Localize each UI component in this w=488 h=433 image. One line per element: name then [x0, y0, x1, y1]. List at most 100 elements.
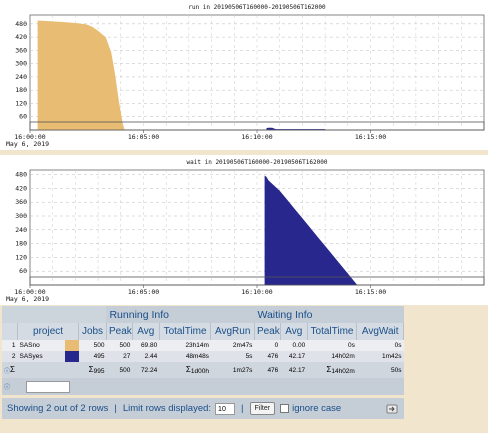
color-swatch — [65, 340, 79, 351]
avg-header[interactable]: Avg — [132, 323, 160, 340]
chart-title: run in 20190506T160000-20190506T162000 — [188, 4, 326, 11]
x-tick-label: 16:05:00 — [128, 288, 159, 296]
wait-peak-cell: 476 — [254, 351, 281, 362]
wait-totaltime-cell: 14h02m — [307, 351, 357, 362]
row-count-text: Showing 2 out of 2 rows — [7, 403, 109, 414]
project-filter-input[interactable] — [25, 380, 70, 393]
y-tick-label: 120 — [15, 99, 27, 107]
avg-cell: 2.44 — [132, 351, 160, 362]
project-cell: SASno — [17, 340, 66, 351]
limit-rows-label: Limit rows displayed: — [122, 403, 212, 414]
date-label: May 6, 2019 — [6, 140, 49, 148]
project-cell: SASyes — [17, 351, 66, 362]
wait-avg-header[interactable]: Avg — [280, 323, 308, 340]
sum-totaltime-cell: Σ1d00h — [159, 362, 211, 378]
avgrun-header[interactable]: AvgRun — [210, 323, 255, 340]
sigma-label: Σ — [10, 365, 15, 374]
running-info-header: Running Info — [106, 306, 255, 323]
wait-totaltime-header[interactable]: TotalTime — [307, 323, 358, 340]
row-index: 1 — [2, 340, 18, 351]
totaltime-cell: 48m48s — [159, 351, 211, 362]
wait-avg-cell: 0.00 — [280, 340, 308, 351]
separator: | — [114, 403, 117, 414]
row-index: 2 — [2, 351, 18, 362]
project-stats-table: Running Info Waiting Info project Jobs P… — [2, 306, 404, 395]
sum-avgrun-cell: 1m27s — [210, 362, 255, 378]
x-tick-label: 16:15:00 — [355, 288, 386, 296]
x-tick-label: 16:10:00 — [241, 133, 272, 141]
color-swatch-cell — [65, 340, 79, 351]
ignore-case-checkbox[interactable] — [280, 404, 290, 413]
project-header[interactable]: project — [17, 323, 80, 340]
avgwait-cell: 0s — [356, 340, 404, 351]
filter-help-cell: ⓘ — [2, 378, 18, 395]
table-row[interactable]: 2 SASyes 495 27 2.44 48m48s 5s 476 42.17… — [2, 351, 404, 362]
peak-cell: 500 — [106, 340, 133, 351]
y-tick-label: 300 — [15, 212, 27, 220]
avgwait-cell: 1m42s — [356, 351, 404, 362]
y-tick-label: 480 — [15, 20, 27, 28]
jobs-cell: 500 — [78, 340, 107, 351]
export-icon[interactable] — [386, 403, 398, 414]
group-header-row: Running Info Waiting Info — [2, 306, 404, 323]
sum-peak-cell: 500 — [106, 362, 133, 378]
sum-wait-totaltime-cell: Σ14h02m — [307, 362, 357, 378]
peak-cell: 27 — [106, 351, 133, 362]
avgrun-cell: 2m47s — [210, 340, 255, 351]
jobs-cell: 495 — [78, 351, 107, 362]
filter-row: ⓘ — [2, 378, 404, 395]
y-tick-label: 360 — [15, 198, 27, 206]
project-stats-table-wrapper: Running Info Waiting Info project Jobs P… — [2, 306, 404, 395]
index-header — [2, 323, 19, 340]
summary-row: ⓘΣ Σ995 500 72.24 Σ1d00h 1m27s 476 42.17… — [2, 362, 404, 378]
wait-totaltime-cell: 0s — [307, 340, 357, 351]
sum-jobs-cell: Σ995 — [78, 362, 107, 378]
sum-wait-peak-cell: 476 — [254, 362, 281, 378]
x-tick-label: 16:10:00 — [241, 288, 272, 296]
wait-peak-header[interactable]: Peak — [254, 323, 281, 340]
date-label: May 6, 2019 — [6, 295, 49, 303]
wait-peak-cell: 0 — [254, 340, 281, 351]
y-tick-label: 60 — [19, 113, 27, 121]
x-tick-label: 16:05:00 — [128, 133, 159, 141]
summary-label-cell: ⓘΣ — [2, 362, 18, 378]
y-tick-label: 240 — [15, 73, 27, 81]
y-tick-label: 120 — [15, 253, 27, 261]
separator: | — [241, 403, 244, 414]
avgrun-cell: 5s — [210, 351, 255, 362]
filter-button[interactable]: Filter — [249, 402, 276, 415]
sum-avgwait-cell: 50s — [356, 362, 404, 378]
y-tick-label: 480 — [15, 171, 27, 179]
color-swatch-cell — [65, 351, 79, 362]
column-header-row: project Jobs Peak Avg TotalTime AvgRun P… — [2, 323, 404, 340]
y-tick-label: 180 — [15, 86, 27, 94]
table-row[interactable]: 1 SASno 500 500 69.80 23h14m 2m47s 0 0.0… — [2, 340, 404, 351]
app-root: run in 20190506T160000-20190506T162000 60… — [0, 0, 488, 433]
y-tick-label: 60 — [19, 267, 27, 275]
sum-avg-cell: 72.24 — [132, 362, 160, 378]
status-bar: Showing 2 out of 2 rows | Limit rows dis… — [2, 398, 404, 419]
run-chart: run in 20190506T160000-20190506T162000 60… — [0, 0, 488, 150]
color-swatch — [65, 351, 79, 362]
chart-title: wait in 20190506T160000-20190506T162000 — [187, 159, 328, 166]
ignore-case-label: ignore case — [292, 403, 342, 414]
y-tick-label: 360 — [15, 46, 27, 54]
y-tick-label: 240 — [15, 226, 27, 234]
totaltime-cell: 23h14m — [159, 340, 211, 351]
x-tick-label: 16:15:00 — [355, 133, 386, 141]
y-tick-label: 420 — [15, 33, 27, 41]
limit-rows-input[interactable]: 10 — [215, 402, 236, 415]
help-circle-icon[interactable]: ⓘ — [4, 385, 10, 391]
y-tick-label: 300 — [15, 60, 27, 68]
jobs-header[interactable]: Jobs — [78, 323, 107, 340]
avgwait-header[interactable]: AvgWait — [356, 323, 404, 340]
peak-header[interactable]: Peak — [106, 323, 133, 340]
wait-chart: wait in 20190506T160000-20190506T162000 6… — [0, 155, 488, 305]
avg-cell: 69.80 — [132, 340, 160, 351]
wait-avg-cell: 42.17 — [280, 351, 308, 362]
waiting-info-header: Waiting Info — [254, 306, 404, 323]
sum-wait-avg-cell: 42.17 — [280, 362, 308, 378]
y-tick-label: 180 — [15, 240, 27, 248]
y-tick-label: 420 — [15, 184, 27, 192]
totaltime-header[interactable]: TotalTime — [159, 323, 212, 340]
